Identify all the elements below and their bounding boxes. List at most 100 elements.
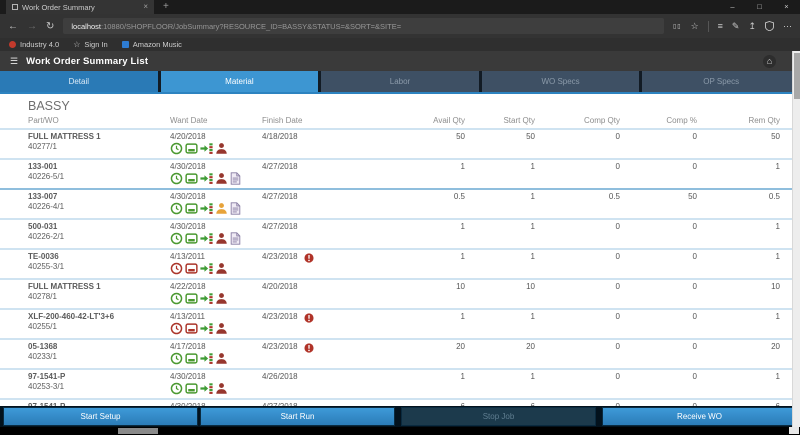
- share-icon[interactable]: ↥: [748, 21, 756, 32]
- rem-qty: 6: [697, 402, 780, 406]
- clock-icon[interactable]: [170, 382, 183, 395]
- document-icon[interactable]: [230, 202, 241, 215]
- comp-qty: 0: [535, 312, 620, 338]
- browser-tab[interactable]: Work Order Summary ×: [6, 0, 154, 14]
- operator-icon[interactable]: [215, 322, 228, 335]
- close-button[interactable]: ×: [773, 0, 800, 14]
- machine-icon[interactable]: [185, 322, 198, 335]
- machine-icon[interactable]: [185, 142, 198, 155]
- footer-button-receive-wo[interactable]: Receive WO: [602, 407, 797, 426]
- machine-icon[interactable]: [185, 292, 198, 305]
- column-header[interactable]: Avail Qty: [372, 116, 465, 125]
- clock-icon[interactable]: [170, 172, 183, 185]
- table-row[interactable]: XLF-200-460-42-LT'3+6 40255/1 4/13/2011: [0, 308, 800, 338]
- table-row[interactable]: FULL MATTRESS 1 40278/1 4/22/2018: [0, 278, 800, 308]
- column-header[interactable]: Part/WO: [0, 116, 170, 125]
- machine-icon[interactable]: [185, 172, 198, 185]
- tab-detail[interactable]: Detail: [0, 71, 158, 92]
- operator-icon[interactable]: [215, 142, 228, 155]
- bookmark-favicon-blue-icon: [122, 41, 129, 48]
- address-bar: ← → ↻ localhost:10880/SHOPFLOOR/JobSumma…: [0, 14, 800, 38]
- reading-view-icon[interactable]: ▯▯: [673, 23, 682, 30]
- column-header[interactable]: Finish Date: [262, 116, 372, 125]
- rem-qty: 1: [697, 252, 780, 278]
- machine-icon[interactable]: [185, 352, 198, 365]
- menu-icon[interactable]: ☰: [10, 56, 18, 67]
- issue-material-icon[interactable]: [200, 142, 213, 155]
- issue-material-icon[interactable]: [200, 382, 213, 395]
- table-row[interactable]: 133-001 40226-5/1 4/30/2018: [0, 158, 800, 188]
- more-options-icon[interactable]: ⋯: [783, 21, 792, 32]
- bookmark-amazon-music[interactable]: Amazon Music: [122, 40, 182, 49]
- clock-icon[interactable]: [170, 262, 183, 275]
- home-icon[interactable]: ⌂: [763, 55, 776, 68]
- tab-wo-specs[interactable]: WO Specs: [482, 71, 640, 92]
- tab-labor[interactable]: Labor: [321, 71, 479, 92]
- comp-pct: 0: [620, 312, 697, 338]
- operator-icon[interactable]: [215, 352, 228, 365]
- clock-icon[interactable]: [170, 142, 183, 155]
- machine-icon[interactable]: [185, 262, 198, 275]
- web-note-icon[interactable]: ✎: [732, 21, 740, 32]
- clock-icon[interactable]: [170, 232, 183, 245]
- document-icon[interactable]: [230, 172, 241, 185]
- new-tab-button[interactable]: +: [163, 0, 169, 14]
- clock-icon[interactable]: [170, 202, 183, 215]
- hub-icon[interactable]: ≡: [718, 21, 723, 31]
- issue-material-icon[interactable]: [200, 352, 213, 365]
- warning-icon[interactable]: [304, 343, 314, 353]
- table-row[interactable]: 05-1368 40233/1 4/17/2018: [0, 338, 800, 368]
- operator-icon[interactable]: [215, 262, 228, 275]
- operator-icon[interactable]: [215, 172, 228, 185]
- table-row[interactable]: FULL MATTRESS 1 40277/1 4/20/2018: [0, 128, 800, 158]
- column-header[interactable]: Comp %: [620, 116, 697, 125]
- operator-icon[interactable]: [215, 202, 228, 215]
- refresh-icon[interactable]: ↻: [46, 21, 54, 32]
- column-header[interactable]: Start Qty: [465, 116, 535, 125]
- favorite-star-icon[interactable]: ☆: [691, 21, 699, 32]
- warning-icon[interactable]: [304, 313, 314, 323]
- bookmark-industry40[interactable]: Industry 4.0: [9, 40, 59, 49]
- table-row[interactable]: 500-031 40226-2/1 4/30/2018: [0, 218, 800, 248]
- issue-material-icon[interactable]: [200, 322, 213, 335]
- tab-op-specs[interactable]: OP Specs: [642, 71, 800, 92]
- tab-material[interactable]: Material: [161, 71, 319, 92]
- table-row[interactable]: 97-1541-P 40236-4/1 4/30/2018: [0, 398, 800, 406]
- shield-icon[interactable]: [765, 21, 774, 31]
- issue-material-icon[interactable]: [200, 262, 213, 275]
- url-input[interactable]: localhost:10880/SHOPFLOOR/JobSummary?RES…: [63, 18, 664, 34]
- issue-material-icon[interactable]: [200, 292, 213, 305]
- column-header[interactable]: Rem Qty: [697, 116, 780, 125]
- clock-icon[interactable]: [170, 322, 183, 335]
- tab-close-icon[interactable]: ×: [143, 0, 148, 14]
- browser-window: Work Order Summary × + – □ × ← → ↻ local…: [0, 0, 800, 435]
- operator-icon[interactable]: [215, 382, 228, 395]
- bookmark-signin[interactable]: ☆ Sign In: [73, 40, 108, 49]
- maximize-button[interactable]: □: [746, 0, 773, 14]
- issue-material-icon[interactable]: [200, 232, 213, 245]
- machine-icon[interactable]: [185, 202, 198, 215]
- footer-button-start-run[interactable]: Start Run: [200, 407, 395, 426]
- clock-icon[interactable]: [170, 292, 183, 305]
- table-row[interactable]: 133-007 40226-4/1 4/30/2018: [0, 188, 800, 218]
- scrollbar-thumb[interactable]: [794, 53, 800, 99]
- table-row[interactable]: 97-1541-P 40253-3/1 4/30/2018: [0, 368, 800, 398]
- page-scrollbar[interactable]: [792, 51, 800, 427]
- back-icon[interactable]: ←: [8, 21, 18, 32]
- machine-icon[interactable]: [185, 382, 198, 395]
- operator-icon[interactable]: [215, 232, 228, 245]
- machine-icon[interactable]: [185, 232, 198, 245]
- issue-material-icon[interactable]: [200, 172, 213, 185]
- clock-icon[interactable]: [170, 352, 183, 365]
- column-header[interactable]: Want Date: [170, 116, 262, 125]
- column-header[interactable]: Comp Qty: [535, 116, 620, 125]
- footer-button-start-setup[interactable]: Start Setup: [3, 407, 198, 426]
- issue-material-icon[interactable]: [200, 202, 213, 215]
- minimize-button[interactable]: –: [719, 0, 746, 14]
- start-qty: 1: [465, 192, 535, 218]
- document-icon[interactable]: [230, 232, 241, 245]
- warning-icon[interactable]: [304, 253, 314, 263]
- table-row[interactable]: TE-0036 40255-3/1 4/13/2011: [0, 248, 800, 278]
- operator-icon[interactable]: [215, 292, 228, 305]
- forward-icon[interactable]: →: [27, 21, 37, 32]
